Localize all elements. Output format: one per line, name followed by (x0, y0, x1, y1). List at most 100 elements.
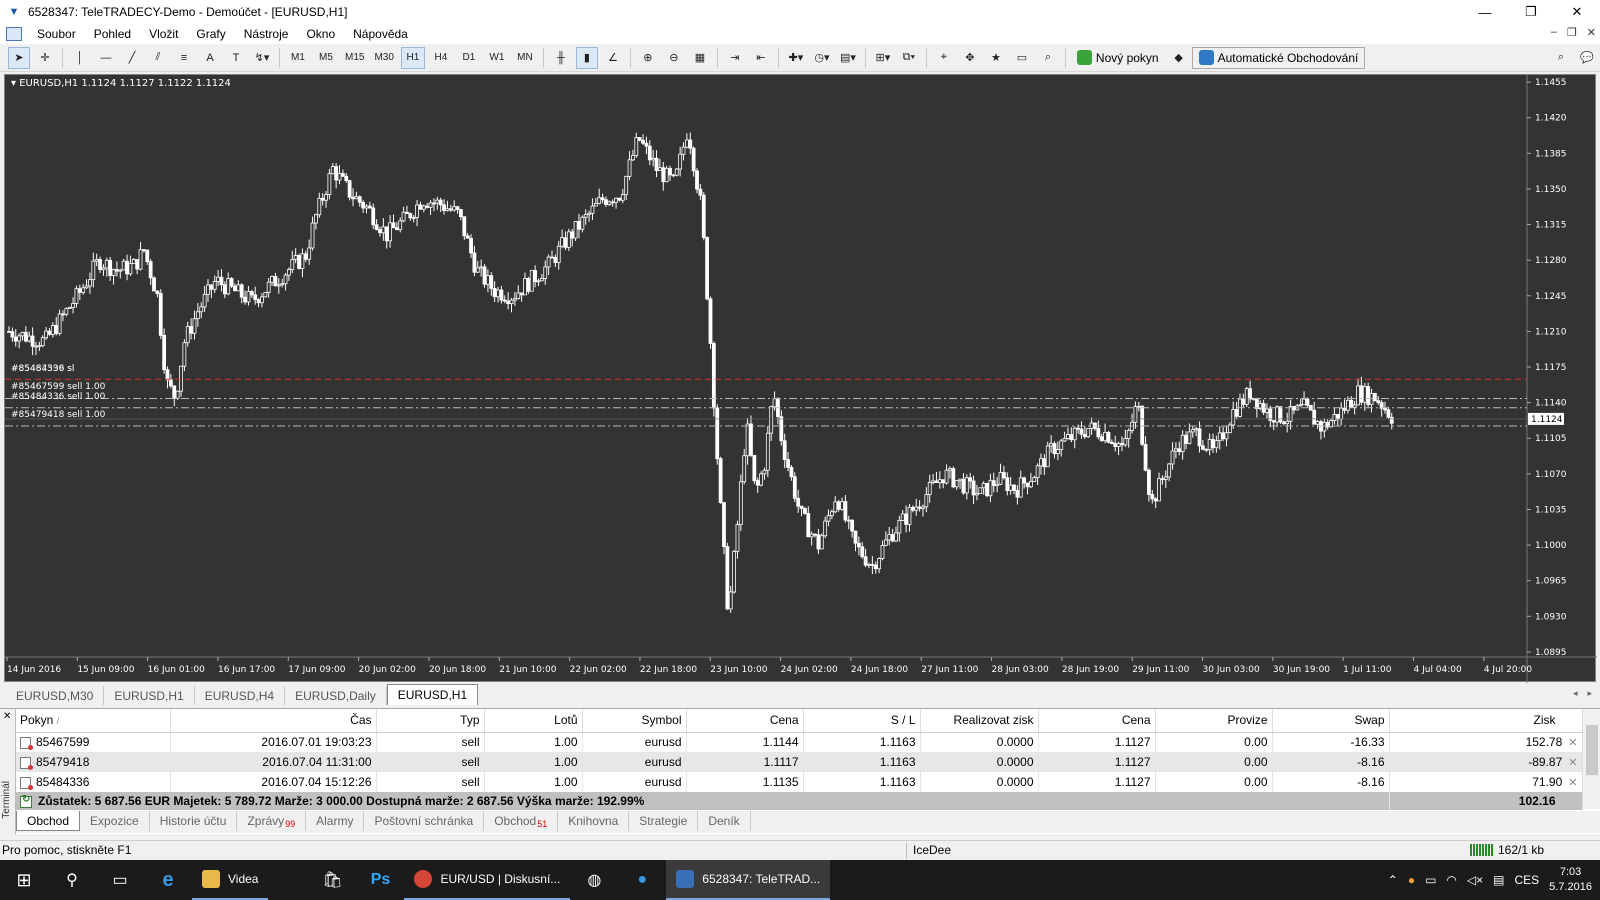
fibonacci-icon[interactable]: ≡ (173, 47, 195, 69)
close-button[interactable]: ✕ (1554, 0, 1600, 24)
tab-alarmy[interactable]: Alarmy (306, 811, 365, 831)
connection-status[interactable]: 162/1 kb (1470, 843, 1544, 857)
scrollbar-thumb[interactable] (1586, 725, 1598, 775)
clock[interactable]: 7:03 5.7.2016 (1549, 865, 1592, 895)
menu-soubor[interactable]: Soubor (28, 27, 85, 41)
order-line-label[interactable]: #85479418 sell 1.00 (11, 410, 105, 420)
timeframe-mn[interactable]: MN (513, 47, 537, 69)
order-line-label[interactable]: #85467599 sell 1.00 (11, 382, 105, 392)
col-header[interactable]: Swap (1272, 709, 1390, 733)
timeframe-h4[interactable]: H4 (429, 47, 453, 69)
text-tool-icon[interactable]: A (199, 47, 221, 69)
cursor-tool-icon[interactable]: ➤ (8, 46, 30, 69)
templates-dropdown-icon[interactable]: ▤▾ (837, 47, 859, 69)
close-order-icon[interactable]: ✕ (1568, 737, 1577, 749)
tab-obchod[interactable]: Obchod (16, 811, 81, 831)
taskbar-app-metatrader[interactable]: 6528347: TeleTRAD... (666, 860, 831, 900)
chart-tab-eurusd-h1-active[interactable]: EURUSD,H1 (386, 684, 479, 705)
tab-zpravy[interactable]: Zprávy 99 (237, 811, 307, 831)
col-header[interactable]: Lotů (484, 709, 583, 733)
bar-chart-icon[interactable]: ╫ (550, 47, 572, 69)
col-header[interactable]: Pokyn / (16, 709, 171, 733)
candlestick-chart-icon[interactable]: ▮ (575, 46, 598, 69)
task-view-icon[interactable]: ▭ (96, 860, 144, 900)
meta-editor-icon[interactable]: ◆ (1168, 47, 1190, 69)
show-hidden-icons-icon[interactable]: ⌃ (1388, 873, 1398, 887)
chat-icon[interactable]: 💬 (1576, 47, 1598, 69)
timeframe-m1[interactable]: M1 (286, 47, 310, 69)
table-row[interactable]: 85467599 2016.07.01 19:03:23 sell 1.00 e… (16, 732, 1583, 752)
windows-start-icon[interactable]: ⊞ (0, 860, 48, 900)
menu-napoveda[interactable]: Nápověda (344, 27, 417, 41)
taskbar-app-videa[interactable]: Videa (192, 860, 269, 900)
chart-shift-icon[interactable]: ⇤ (750, 47, 772, 69)
tab-strategie[interactable]: Strategie (629, 811, 699, 831)
chart-tab-eurusd-h1[interactable]: EURUSD,H1 (104, 686, 195, 705)
navigator-icon[interactable]: ✥ (959, 47, 981, 69)
timeframe-m30[interactable]: M30 (371, 47, 396, 69)
volume-icon[interactable]: ◁× (1467, 873, 1483, 887)
new-order-button[interactable]: Nový pokyn (1070, 47, 1166, 69)
tester-icon[interactable]: ⌕ (1037, 47, 1059, 69)
col-header[interactable]: Cena (686, 709, 804, 733)
new-chart-dropdown-icon[interactable]: ⊞▾ (872, 47, 894, 69)
zoom-out-icon[interactable]: ⊖ (663, 47, 685, 69)
child-close-icon[interactable]: ✕ (1587, 26, 1596, 39)
edge-browser-icon[interactable]: e (144, 860, 192, 900)
indicators-dropdown-icon[interactable]: ✚▾ (785, 47, 807, 69)
close-order-icon[interactable]: ✕ (1568, 777, 1577, 789)
candlestick-chart[interactable]: 1.1455 1.1420 1.1385 1.1350 1.1315 1.1280 1.12… (5, 75, 1597, 683)
col-header[interactable]: Realizovat zisk (920, 709, 1039, 733)
tab-denik[interactable]: Deník (698, 811, 751, 831)
auto-trading-button[interactable]: Automatické Obchodování (1191, 46, 1366, 69)
action-center-icon[interactable]: ▤ (1493, 873, 1504, 887)
maximize-button[interactable]: ❐ (1508, 0, 1554, 24)
trend-line-icon[interactable]: ╱ (121, 47, 143, 69)
tab-knihovna[interactable]: Knihovna (558, 811, 630, 831)
child-window-icon[interactable] (6, 27, 22, 41)
table-row[interactable]: 85484336 2016.07.04 15:12:26 sell 1.00 e… (16, 772, 1583, 792)
timeframe-h1[interactable]: H1 (400, 46, 425, 69)
col-header[interactable]: S / L (803, 709, 921, 733)
table-scrollbar[interactable] (1582, 709, 1600, 809)
tab-scroll-right-icon[interactable]: ▸ (1587, 688, 1592, 699)
market-watch-icon[interactable]: ⌖ (933, 47, 955, 69)
app-icon-circle[interactable]: ● (618, 860, 666, 900)
channel-icon[interactable]: ⫽ (147, 47, 169, 69)
wifi-icon[interactable]: ◠ (1446, 873, 1456, 887)
profiles-dropdown-icon[interactable]: ⧉▾ (898, 47, 920, 69)
table-row[interactable]: 85479418 2016.07.04 11:31:00 sell 1.00 e… (16, 752, 1583, 772)
chart-tab-eurusd-m30[interactable]: EURUSD,M30 (6, 686, 105, 705)
search-icon[interactable]: ⌕ (1550, 47, 1572, 69)
menu-okno[interactable]: Okno (297, 27, 344, 41)
price-chart[interactable]: 1.1455 1.1420 1.1385 1.1350 1.1315 1.1280 1.12… (4, 74, 1597, 683)
chart-tab-eurusd-daily[interactable]: EURUSD,Daily (285, 686, 387, 705)
periods-dropdown-icon[interactable]: ◷▾ (811, 47, 833, 69)
order-line-label[interactable]: #85484336 sell 1.00 (11, 392, 105, 402)
store-icon[interactable]: 🛍 (308, 860, 356, 900)
menu-pohled[interactable]: Pohled (85, 27, 140, 41)
close-order-icon[interactable]: ✕ (1568, 757, 1577, 769)
crosshair-tool-icon[interactable]: ✛ (34, 47, 56, 69)
col-header[interactable]: Zisk (1389, 709, 1583, 733)
photoshop-icon[interactable]: Ps (356, 860, 404, 900)
arrows-dropdown-icon[interactable]: ↯▾ (251, 47, 273, 69)
search-icon[interactable]: ⚲ (48, 860, 96, 900)
col-header[interactable]: Čas (170, 709, 377, 733)
horizontal-line-icon[interactable]: — (95, 47, 117, 69)
menu-grafy[interactable]: Grafy (187, 27, 234, 41)
tab-obchod-market[interactable]: Obchod 51 (484, 811, 559, 831)
terminal-close-icon[interactable]: ✕ (3, 711, 11, 722)
text-label-icon[interactable]: T (225, 47, 247, 69)
line-chart-icon[interactable]: ∠ (602, 47, 624, 69)
auto-scroll-icon[interactable]: ⇥ (724, 47, 746, 69)
tile-windows-icon[interactable]: ▦ (689, 47, 711, 69)
timeframe-m5[interactable]: M5 (314, 47, 338, 69)
taskbar-app-chrome[interactable]: EUR/USD | Diskusní... (404, 860, 571, 900)
minimize-button[interactable]: — (1462, 0, 1508, 24)
tab-historie-uctu[interactable]: Historie účtu (150, 811, 238, 831)
col-header[interactable]: Cena (1038, 709, 1156, 733)
col-header[interactable]: Typ (376, 709, 485, 733)
timeframe-d1[interactable]: D1 (457, 47, 481, 69)
zoom-in-icon[interactable]: ⊕ (637, 47, 659, 69)
